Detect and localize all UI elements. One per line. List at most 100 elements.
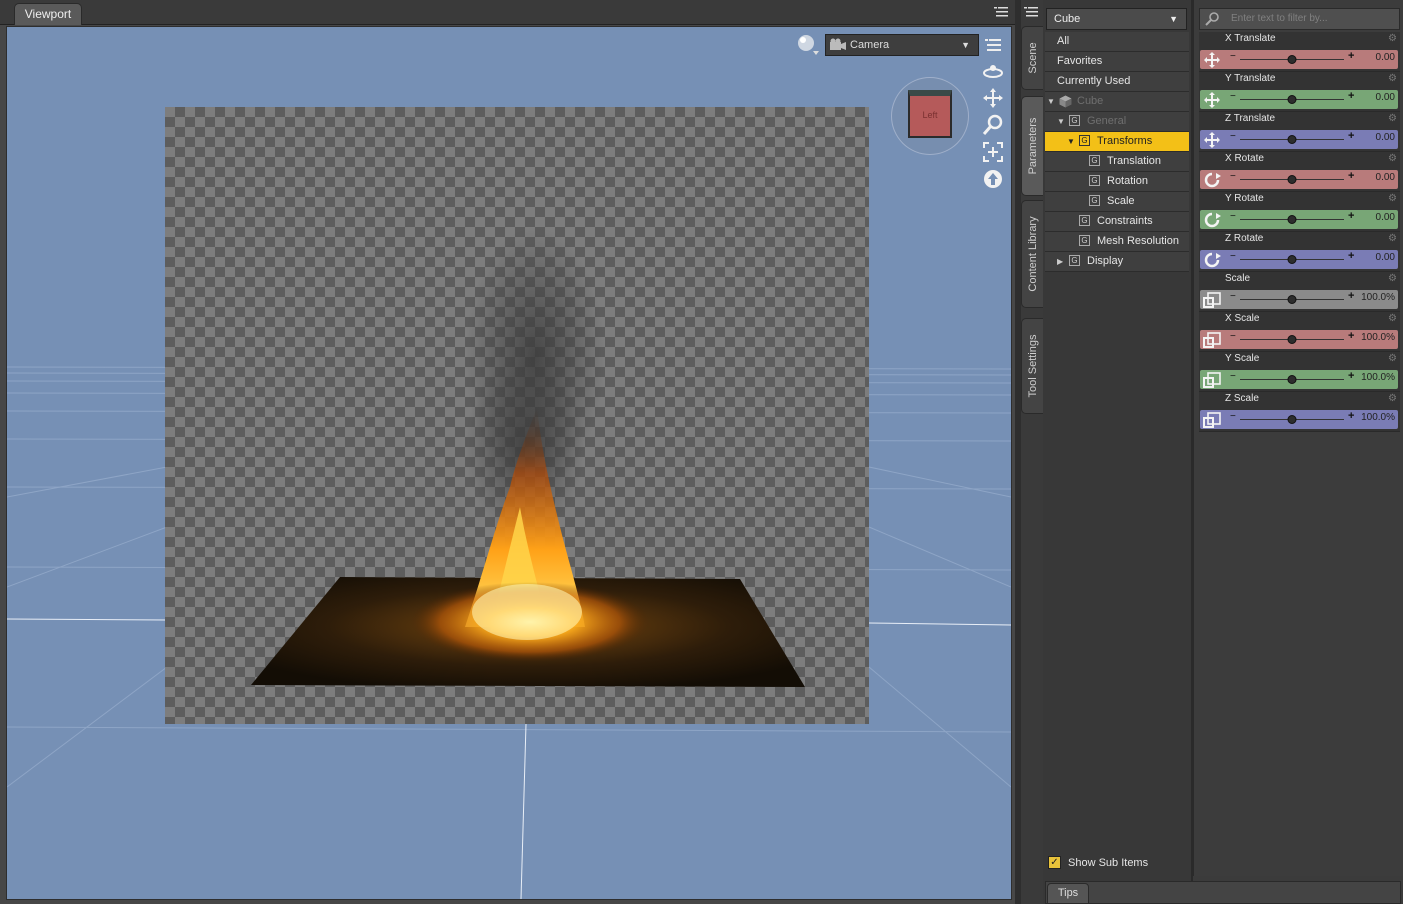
tab-tips[interactable]: Tips (1047, 883, 1089, 904)
decrement-button[interactable]: − (1230, 411, 1236, 422)
param-value[interactable]: 0.00 (1376, 172, 1395, 183)
gear-icon[interactable]: ⚙ (1388, 73, 1397, 84)
increment-button[interactable]: + (1348, 210, 1354, 222)
expand-arrow-icon[interactable]: ▶ (1057, 252, 1063, 271)
decrement-button[interactable]: − (1230, 51, 1236, 62)
rotate-icon[interactable] (1202, 211, 1222, 229)
tab-tool-settings[interactable]: Tool Settings (1021, 318, 1043, 414)
decrement-button[interactable]: − (1230, 131, 1236, 142)
increment-button[interactable]: + (1348, 170, 1354, 182)
expand-arrow-icon[interactable]: ▼ (1057, 112, 1065, 131)
tree-item-display[interactable]: ▶ G Display (1045, 252, 1189, 272)
param-value[interactable]: 100.0% (1361, 412, 1395, 423)
checkmark-icon[interactable]: ✓ (1048, 856, 1061, 869)
scale-icon[interactable] (1202, 371, 1222, 389)
increment-button[interactable]: + (1348, 250, 1354, 262)
increment-button[interactable]: + (1348, 290, 1354, 302)
param-value[interactable]: 0.00 (1376, 252, 1395, 263)
gear-icon[interactable]: ⚙ (1388, 313, 1397, 324)
render-sphere-icon[interactable] (797, 33, 819, 55)
decrement-button[interactable]: − (1230, 371, 1236, 382)
orbit-icon[interactable] (982, 60, 1004, 82)
view-cube-control[interactable]: Left (891, 77, 969, 155)
decrement-button[interactable]: − (1230, 91, 1236, 102)
reset-icon[interactable] (982, 168, 1004, 190)
viewport-options-icon[interactable] (982, 35, 1004, 57)
param-slider[interactable]: − +100.0% (1200, 410, 1398, 429)
tree-item-transforms[interactable]: ▼ G Transforms (1045, 132, 1189, 152)
pan-icon[interactable] (982, 87, 1004, 109)
param-value[interactable]: 100.0% (1361, 292, 1395, 303)
slider-knob[interactable] (1287, 95, 1297, 104)
param-value[interactable]: 0.00 (1376, 132, 1395, 143)
slider-knob[interactable] (1287, 135, 1297, 144)
scale-icon[interactable] (1202, 331, 1222, 349)
slider-knob[interactable] (1287, 255, 1297, 264)
tree-item-scale[interactable]: G Scale (1045, 192, 1189, 212)
pane-menu-icon[interactable] (993, 4, 1009, 20)
tab-scene[interactable]: Scene (1021, 26, 1043, 90)
slider-knob[interactable] (1287, 175, 1297, 184)
param-slider[interactable]: − +0.00 (1200, 50, 1398, 69)
gear-icon[interactable]: ⚙ (1388, 233, 1397, 244)
decrement-button[interactable]: − (1230, 251, 1236, 262)
param-value[interactable]: 0.00 (1376, 52, 1395, 63)
tab-parameters[interactable]: Parameters (1021, 96, 1043, 196)
gear-icon[interactable]: ⚙ (1388, 353, 1397, 364)
gear-icon[interactable]: ⚙ (1388, 393, 1397, 404)
param-slider[interactable]: − +100.0% (1200, 330, 1398, 349)
viewport-3d-area[interactable]: Camera ▼ Left (6, 26, 1012, 900)
tree-item-favorites[interactable]: Favorites (1045, 52, 1189, 72)
decrement-button[interactable]: − (1230, 171, 1236, 182)
view-cube-face[interactable]: Left (908, 90, 952, 138)
tree-item-rotation[interactable]: G Rotation (1045, 172, 1189, 192)
node-dropdown[interactable]: Cube ▼ (1046, 8, 1187, 30)
param-slider[interactable]: − +0.00 (1200, 250, 1398, 269)
tree-item-translation[interactable]: G Translation (1045, 152, 1189, 172)
tree-item-all[interactable]: All (1045, 32, 1189, 52)
param-slider[interactable]: − +0.00 (1200, 130, 1398, 149)
increment-button[interactable]: + (1348, 410, 1354, 422)
param-slider[interactable]: − +100.0% (1200, 370, 1398, 389)
tree-item-mesh-resolution[interactable]: G Mesh Resolution (1045, 232, 1189, 252)
gear-icon[interactable]: ⚙ (1388, 193, 1397, 204)
param-value[interactable]: 0.00 (1376, 92, 1395, 103)
rotate-icon[interactable] (1202, 171, 1222, 189)
increment-button[interactable]: + (1348, 130, 1354, 142)
rotate-icon[interactable] (1202, 251, 1222, 269)
tree-item-currently-used[interactable]: Currently Used (1045, 72, 1189, 92)
decrement-button[interactable]: − (1230, 331, 1236, 342)
param-value[interactable]: 100.0% (1361, 332, 1395, 343)
scale-icon[interactable] (1202, 411, 1222, 429)
expand-arrow-icon[interactable]: ▼ (1067, 132, 1075, 151)
param-slider[interactable]: − +0.00 (1200, 170, 1398, 189)
increment-button[interactable]: + (1348, 90, 1354, 102)
slider-knob[interactable] (1287, 55, 1297, 64)
tree-item-general[interactable]: ▼ G General (1045, 112, 1189, 132)
expand-arrow-icon[interactable]: ▼ (1047, 92, 1055, 111)
tab-viewport[interactable]: Viewport (14, 3, 82, 25)
tree-item-constraints[interactable]: G Constraints (1045, 212, 1189, 232)
gear-icon[interactable]: ⚙ (1388, 113, 1397, 124)
slider-knob[interactable] (1287, 415, 1297, 424)
param-slider[interactable]: − +100.0% (1200, 290, 1398, 309)
param-slider[interactable]: − +0.00 (1200, 90, 1398, 109)
param-value[interactable]: 100.0% (1361, 372, 1395, 383)
slider-knob[interactable] (1287, 215, 1297, 224)
slider-knob[interactable] (1287, 375, 1297, 384)
increment-button[interactable]: + (1348, 50, 1354, 62)
slider-knob[interactable] (1287, 335, 1297, 344)
increment-button[interactable]: + (1348, 370, 1354, 382)
param-slider[interactable]: − +0.00 (1200, 210, 1398, 229)
translate-icon[interactable] (1202, 51, 1222, 69)
gear-icon[interactable]: ⚙ (1388, 153, 1397, 164)
translate-icon[interactable] (1202, 131, 1222, 149)
pane-menu-icon[interactable] (1023, 4, 1039, 20)
frame-icon[interactable] (982, 141, 1004, 163)
slider-knob[interactable] (1287, 295, 1297, 304)
tree-item-cube[interactable]: ▼ Cube (1045, 92, 1189, 112)
zoom-icon[interactable] (982, 114, 1004, 136)
gear-icon[interactable]: ⚙ (1388, 273, 1397, 284)
decrement-button[interactable]: − (1230, 211, 1236, 222)
scale-icon[interactable] (1202, 291, 1222, 309)
